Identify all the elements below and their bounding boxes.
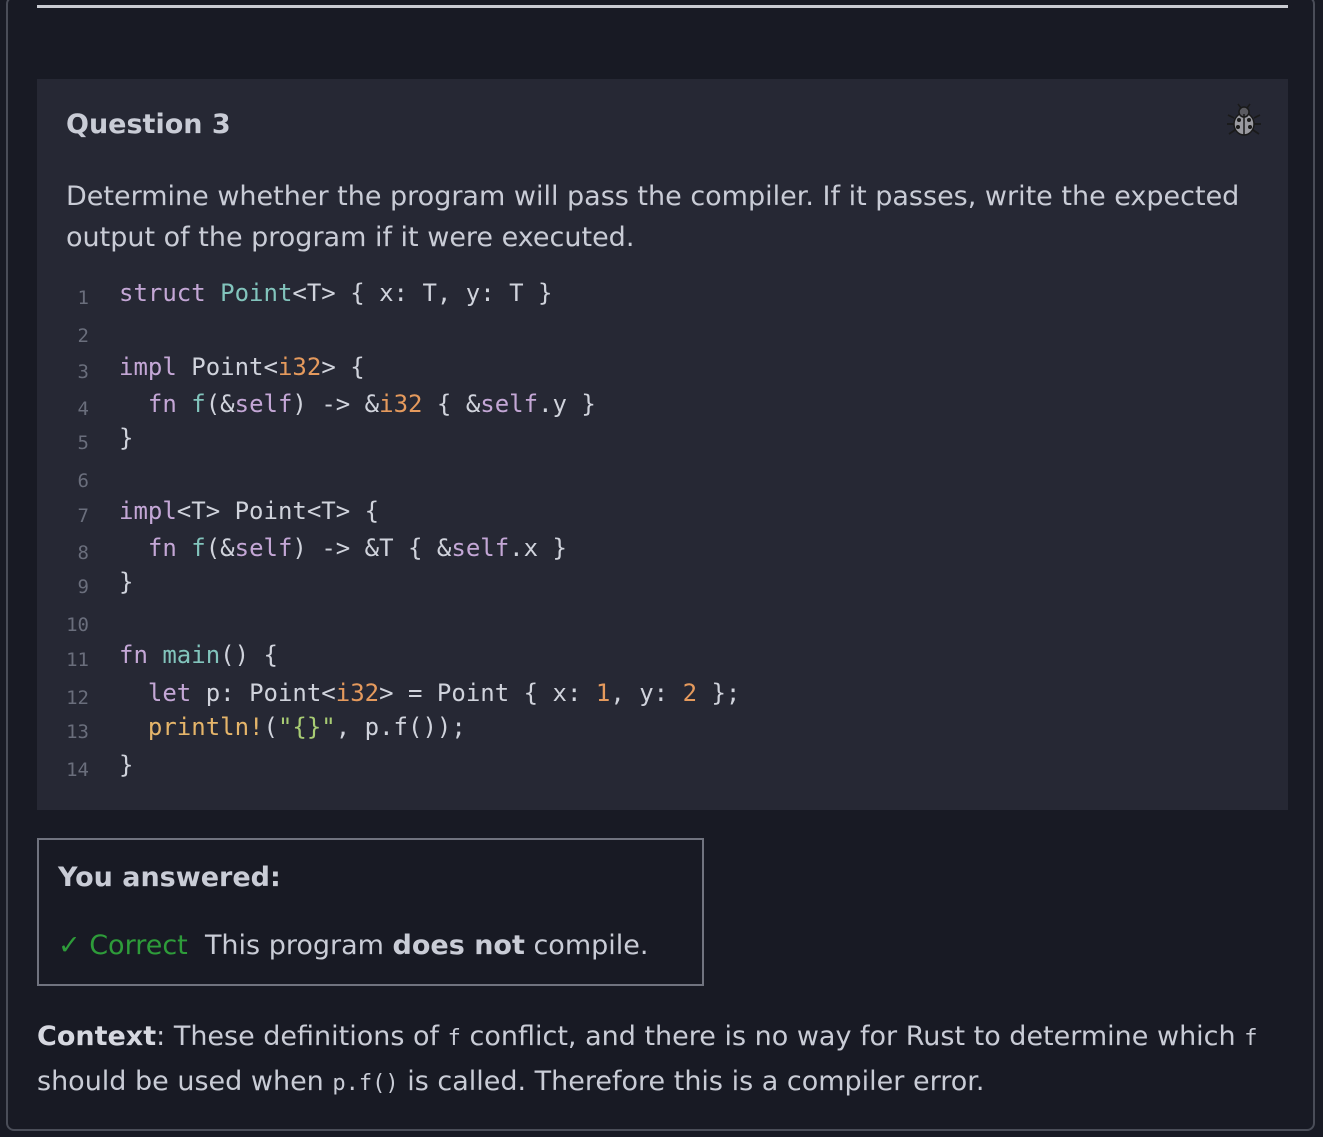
line-number: 6 — [77, 470, 89, 492]
question-prompt: Determine whether the program will pass … — [66, 181, 1240, 253]
answer-box: You answered: ✓ Correct This program doe… — [37, 838, 704, 986]
code-line: 1 struct Point<T> { x: T, y: T } — [37, 277, 1288, 313]
answer-text-after: compile. — [524, 930, 649, 961]
code-line: 2 — [37, 315, 1288, 351]
line-number: 8 — [77, 542, 89, 564]
line-number: 10 — [66, 614, 89, 636]
code-line: 11 fn main() { — [37, 639, 1288, 675]
code-line: 12 let p: Point<i32> = Point { x: 1, y: … — [37, 677, 1288, 713]
inline-code: f — [1244, 1026, 1258, 1051]
code-line: 14 } — [37, 749, 1288, 785]
line-number: 2 — [77, 325, 89, 347]
line-number: 11 — [66, 649, 89, 671]
code-line: 8 fn f(&self) -> &T { &self.x } — [37, 532, 1288, 568]
line-number: 1 — [77, 287, 89, 309]
line-number: 14 — [66, 759, 89, 781]
context-label: Context — [37, 1021, 157, 1052]
answer-text-bold: does not — [392, 930, 525, 961]
code-text: } — [119, 751, 134, 779]
code-text: impl Point<i32> { — [119, 353, 365, 381]
code-text: struct Point<T> { x: T, y: T } — [119, 279, 553, 307]
line-number: 3 — [77, 361, 89, 383]
context-text: conflict, and there is no way for Rust t… — [460, 1021, 1245, 1052]
code-line: 7 impl<T> Point<T> { — [37, 495, 1288, 531]
code-text: let p: Point<i32> = Point { x: 1, y: 2 }… — [147, 679, 741, 707]
code-line: 13 println!("{}", p.f()); — [37, 711, 1288, 747]
correct-badge: ✓ Correct — [58, 930, 188, 961]
line-number: 9 — [77, 576, 89, 598]
answer-title: You answered: — [58, 862, 281, 893]
code-line: 6 — [37, 460, 1288, 496]
line-number: 4 — [77, 398, 89, 420]
line-number: 5 — [77, 432, 89, 454]
code-text: fn f(&self) -> &i32 { &self.y } — [147, 390, 596, 418]
code-text: impl<T> Point<T> { — [119, 497, 380, 525]
code-text: } — [119, 424, 134, 452]
context-text: should be used when — [37, 1066, 333, 1097]
code-line: 10 — [37, 604, 1288, 640]
answer-text-before: This program — [204, 930, 393, 961]
question-card: Question 3 Determine whether the program… — [37, 79, 1288, 810]
line-number: 13 — [66, 721, 89, 743]
line-number: 7 — [77, 505, 89, 527]
top-divider — [37, 5, 1288, 8]
line-number: 12 — [66, 687, 89, 709]
code-text: } — [119, 568, 134, 596]
context-text: : These definitions of — [156, 1021, 448, 1052]
code-line: 9 } — [37, 566, 1288, 602]
bug-icon[interactable] — [1226, 103, 1262, 139]
code-line: 5 } — [37, 422, 1288, 458]
code-text: println!("{}", p.f()); — [147, 713, 466, 741]
context-explanation: Context: These definitions of f conflict… — [37, 1015, 1287, 1105]
question-title: Question 3 — [66, 109, 231, 140]
code-line: 3 impl Point<i32> { — [37, 351, 1288, 387]
code-line: 4 fn f(&self) -> &i32 { &self.y } — [37, 388, 1288, 424]
code-text: fn f(&self) -> &T { &self.x } — [147, 534, 567, 562]
context-text: is called. Therefore this is a compiler … — [398, 1066, 985, 1097]
answer-result: ✓ Correct This program does not compile. — [58, 930, 648, 961]
inline-code: p.f() — [332, 1071, 399, 1096]
code-text: fn main() { — [119, 641, 278, 669]
inline-code: f — [447, 1026, 461, 1051]
